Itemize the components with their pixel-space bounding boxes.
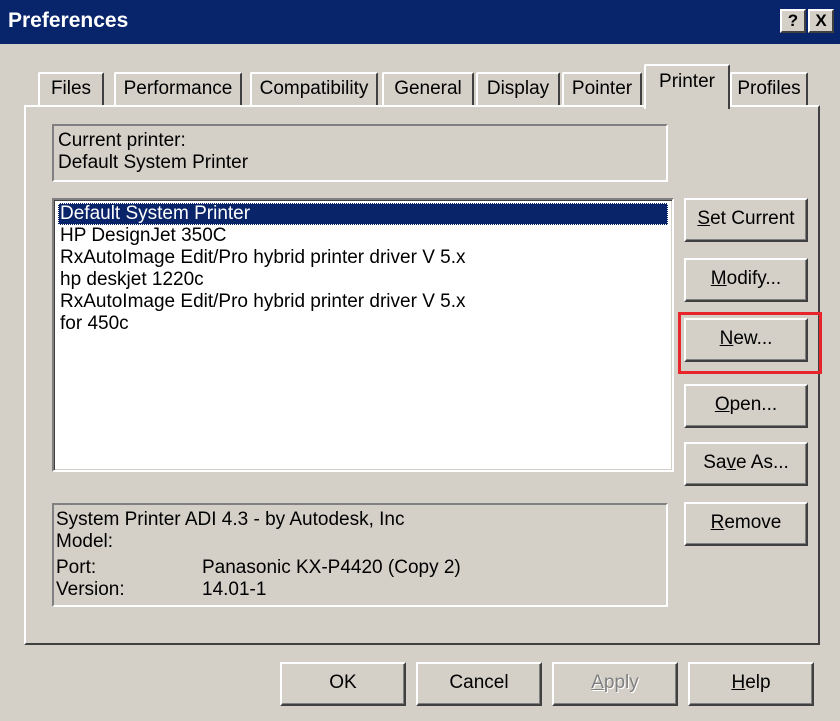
- ok-button[interactable]: OK: [280, 662, 406, 706]
- tab-display[interactable]: Display: [476, 72, 560, 106]
- list-item[interactable]: hp deskjet 1220c: [58, 269, 668, 291]
- modify-button[interactable]: Modify...: [684, 258, 808, 302]
- remove-button[interactable]: Remove: [684, 502, 808, 546]
- tab-profiles[interactable]: Profiles: [730, 72, 808, 106]
- window-title: Preferences: [8, 9, 129, 32]
- save-as-button[interactable]: Save As...: [684, 442, 808, 486]
- version-value: 14.01-1: [202, 579, 267, 600]
- modify-button-key: M: [710, 268, 727, 289]
- close-icon[interactable]: X: [808, 9, 834, 33]
- set-current-button-post: et Current: [710, 208, 795, 229]
- version-label: Version:: [56, 579, 125, 600]
- remove-button-key: R: [710, 512, 725, 533]
- remove-button-post: emove: [724, 512, 782, 533]
- tab-compatibility[interactable]: Compatibility: [250, 72, 378, 106]
- tab-files[interactable]: Files: [38, 72, 104, 106]
- list-item[interactable]: RxAutoImage Edit/Pro hybrid printer driv…: [58, 247, 668, 269]
- title-bar[interactable]: Preferences ? X: [0, 0, 840, 44]
- tab-general[interactable]: General: [382, 72, 474, 106]
- list-item[interactable]: RxAutoImage Edit/Pro hybrid printer driv…: [58, 291, 668, 313]
- set-current-button[interactable]: Set Current: [684, 198, 808, 242]
- modify-button-post: odify...: [726, 268, 782, 289]
- apply-button-key: A: [591, 672, 604, 693]
- cancel-button[interactable]: Cancel: [416, 662, 542, 706]
- port-label: Port:: [56, 557, 97, 578]
- apply-button[interactable]: Apply: [552, 662, 678, 706]
- apply-button-post: pply: [603, 672, 639, 693]
- open-button[interactable]: Open...: [684, 384, 808, 428]
- printer-list[interactable]: Default System Printer HP DesignJet 350C…: [52, 198, 674, 472]
- help-button[interactable]: Help: [688, 662, 814, 706]
- tab-performance[interactable]: Performance: [114, 72, 242, 106]
- tab-pointer[interactable]: Pointer: [562, 72, 642, 106]
- printer-info-box: System Printer ADI 4.3 - by Autodesk, In…: [52, 503, 668, 607]
- list-item[interactable]: for 450c: [58, 313, 668, 335]
- highlight-box: [678, 312, 822, 374]
- tab-printer[interactable]: Printer: [644, 64, 730, 109]
- help-button-key: H: [731, 672, 746, 693]
- port-value: Panasonic KX-P4420 (Copy 2): [202, 557, 461, 578]
- list-item[interactable]: HP DesignJet 350C: [58, 225, 668, 247]
- save-as-button-pre: Sa: [703, 452, 727, 473]
- printer-description: System Printer ADI 4.3 - by Autodesk, In…: [56, 509, 405, 530]
- current-printer-label: Current printer:: [58, 130, 186, 151]
- open-button-post: pen...: [729, 394, 778, 415]
- save-as-button-key: v: [726, 452, 736, 473]
- current-printer-box: Current printer: Default System Printer: [52, 124, 668, 182]
- save-as-button-post: e As...: [735, 452, 789, 473]
- list-item[interactable]: Default System Printer: [58, 203, 668, 225]
- help-button-post: elp: [745, 672, 771, 693]
- help-icon[interactable]: ?: [780, 9, 806, 33]
- current-printer-value: Default System Printer: [58, 152, 249, 173]
- open-button-key: O: [714, 394, 730, 415]
- set-current-button-key: S: [697, 208, 711, 229]
- model-label: Model:: [56, 531, 114, 552]
